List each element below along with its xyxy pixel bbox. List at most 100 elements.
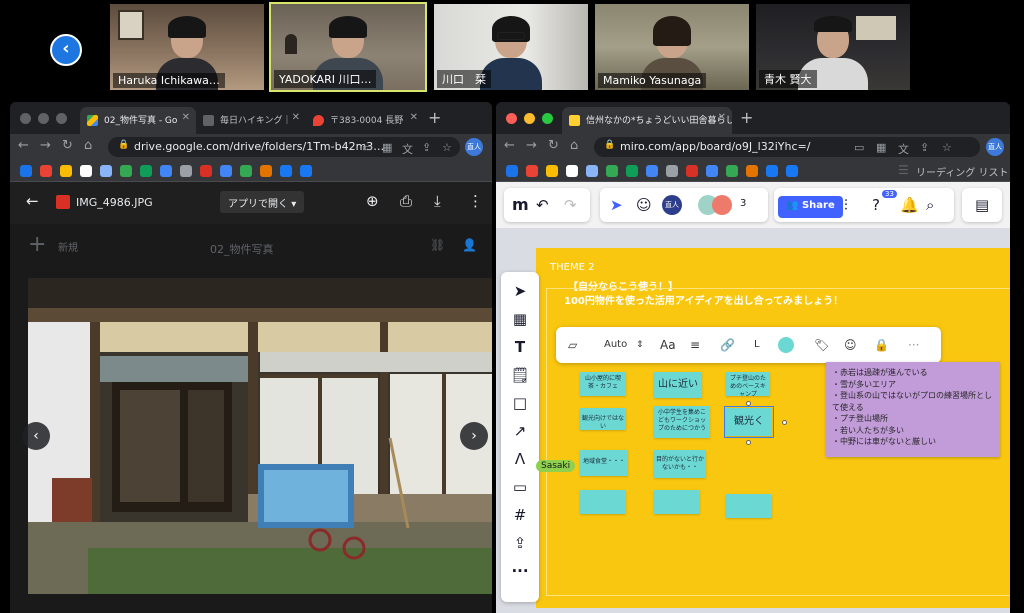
forward-icon[interactable]: → bbox=[526, 138, 537, 154]
selection-handle[interactable] bbox=[746, 401, 751, 406]
sticky-note[interactable]: 地域食堂・・・ bbox=[580, 450, 628, 476]
address-bar[interactable]: 🔒 drive.google.com/drive/folders/1Tm-b42… bbox=[108, 137, 460, 157]
stepper-icon[interactable]: ⇕ bbox=[636, 336, 644, 354]
cast-icon[interactable]: ▭ bbox=[854, 141, 864, 154]
sticky-note[interactable]: 山に近い bbox=[654, 372, 702, 398]
search-icon[interactable]: ⌕ bbox=[926, 196, 934, 214]
qr-icon[interactable]: ▦ bbox=[876, 141, 886, 154]
color-swatch[interactable] bbox=[778, 337, 794, 353]
text-style-label[interactable]: Aa bbox=[660, 336, 676, 354]
comment-tool-icon[interactable]: ▭ bbox=[501, 478, 539, 496]
new-tab-icon[interactable]: + bbox=[428, 108, 441, 127]
more-options-icon[interactable]: ⋮ bbox=[468, 192, 483, 210]
bookmark-gmail-icon[interactable] bbox=[60, 165, 72, 177]
miro-board-canvas[interactable]: m ↶ ↷ ➤ ☺ 直人 3 👥 Share ⫶ ? 33 🔔 ⌕ ▤ THEM… bbox=[496, 182, 1010, 613]
upload-icon[interactable]: ⇪ bbox=[501, 534, 539, 552]
help-icon[interactable]: ? bbox=[872, 196, 880, 214]
tab-miro[interactable]: 信州なかの*ちょうどいい田舎暮らし ✕ bbox=[562, 107, 732, 134]
share-page-icon[interactable]: ⇪ bbox=[920, 141, 929, 154]
bookmark-slides-icon[interactable] bbox=[746, 165, 758, 177]
bookmark-cloud-icon[interactable] bbox=[100, 165, 112, 177]
close-preview-icon[interactable]: ← bbox=[26, 192, 39, 210]
open-with-button[interactable]: アプリで開く ▾ bbox=[220, 191, 305, 213]
bookmark-facebook-2-icon[interactable] bbox=[300, 165, 312, 177]
bookmark-meet-icon[interactable] bbox=[240, 165, 252, 177]
align-center-icon[interactable]: ≡ bbox=[690, 336, 700, 354]
share-person-icon[interactable]: 👤 bbox=[462, 238, 477, 252]
add-to-drive-icon[interactable]: ⊕ bbox=[366, 192, 379, 210]
bookmark-drive-icon[interactable] bbox=[220, 165, 232, 177]
reading-list-label[interactable]: リーディング リスト bbox=[916, 164, 1008, 179]
bookmark-gmail-icon[interactable] bbox=[546, 165, 558, 177]
video-tile[interactable]: 川口 栞 bbox=[432, 2, 590, 92]
redo-icon[interactable]: ↷ bbox=[564, 196, 577, 214]
bookmark-calendar-icon[interactable] bbox=[200, 165, 212, 177]
home-icon[interactable]: ⌂ bbox=[570, 138, 578, 154]
bookmark-slides-icon[interactable] bbox=[260, 165, 272, 177]
address-bar[interactable]: 🔒 miro.com/app/board/o9J_l32iYhc=/ ▭ ▦ 文… bbox=[594, 137, 980, 157]
close-window-button[interactable] bbox=[506, 113, 517, 124]
previous-image-button[interactable]: ‹ bbox=[22, 422, 50, 450]
select-cursor-icon[interactable]: ➤ bbox=[610, 196, 623, 214]
bookmark-zoom-icon[interactable] bbox=[506, 165, 518, 177]
lock-object-icon[interactable]: 🔒 bbox=[874, 336, 889, 354]
bookmark-maps-icon[interactable] bbox=[120, 165, 132, 177]
sticky-note[interactable]: 小中学生を集めこどもワークショップのためにつかう bbox=[654, 406, 710, 438]
sticky-note[interactable] bbox=[726, 494, 772, 518]
reactions-icon[interactable]: ☺ bbox=[636, 196, 652, 214]
miro-logo-icon[interactable]: m bbox=[512, 196, 529, 214]
share-page-icon[interactable]: ⇪ bbox=[422, 141, 431, 154]
settings-sliders-icon[interactable]: ⫶ bbox=[844, 196, 848, 214]
bookmark-youtube-icon[interactable] bbox=[40, 165, 52, 177]
maximize-window-button[interactable] bbox=[56, 113, 67, 124]
frame-tool-icon[interactable]: # bbox=[501, 506, 539, 524]
close-tab-icon[interactable]: ✕ bbox=[410, 112, 418, 123]
bookmark-meet-icon[interactable] bbox=[726, 165, 738, 177]
shape-tool-icon[interactable]: □ bbox=[501, 394, 539, 412]
collaborator-avatar[interactable] bbox=[712, 195, 732, 215]
print-icon[interactable]: ⎙ bbox=[400, 192, 412, 210]
new-tab-icon[interactable]: + bbox=[740, 108, 753, 127]
bookmark-cloud-icon[interactable] bbox=[586, 165, 598, 177]
next-image-button[interactable]: › bbox=[460, 422, 488, 450]
minimize-window-button[interactable] bbox=[524, 113, 535, 124]
share-button[interactable]: 👥 Share bbox=[778, 196, 843, 218]
tag-icon[interactable]: 🏷 bbox=[814, 336, 829, 354]
tab-hiking[interactable]: 毎日ハイキング｜ ✕ bbox=[196, 107, 306, 134]
collapse-strip-button[interactable]: ‹ bbox=[50, 34, 82, 66]
profile-avatar[interactable]: 直人 bbox=[986, 138, 1004, 156]
bookmark-google-icon[interactable] bbox=[80, 165, 92, 177]
undo-icon[interactable]: ↶ bbox=[536, 196, 549, 214]
sticky-note[interactable]: プチ登山のためのベースキャンプ bbox=[726, 372, 770, 396]
close-tab-icon[interactable]: ✕ bbox=[182, 112, 190, 123]
purple-note[interactable]: ・赤岩は過疎が進んでいる ・雪が多いエリア ・登山系の山ではないがプロの練習場所… bbox=[826, 362, 1000, 457]
bookmark-docs-icon[interactable] bbox=[646, 165, 658, 177]
connection-line-icon[interactable]: ↗ bbox=[501, 422, 539, 440]
bookmark-folder-icon[interactable] bbox=[666, 165, 678, 177]
bookmark-facebook-icon[interactable] bbox=[766, 165, 778, 177]
video-tile[interactable]: Mamiko Yasunaga bbox=[593, 2, 751, 92]
bookmark-google-icon[interactable] bbox=[566, 165, 578, 177]
reload-icon[interactable]: ↻ bbox=[62, 138, 73, 154]
translate-icon[interactable]: 文 bbox=[898, 141, 909, 157]
link-icon[interactable]: 🔗 bbox=[720, 336, 735, 354]
reload-icon[interactable]: ↻ bbox=[548, 138, 559, 154]
profile-avatar[interactable]: 直人 bbox=[465, 138, 483, 156]
video-tile[interactable]: Haruka Ichikawa… bbox=[108, 2, 266, 92]
reading-list-icon[interactable]: ☰ bbox=[898, 163, 909, 177]
back-icon[interactable]: ← bbox=[18, 138, 29, 154]
bookmark-maps-icon[interactable] bbox=[606, 165, 618, 177]
link-icon[interactable]: ⛓ bbox=[430, 238, 445, 252]
more-actions-icon[interactable]: ··· bbox=[908, 336, 919, 354]
tab-maps[interactable]: 〒383-0004 長野 ✕ bbox=[306, 107, 424, 134]
sticky-note-selected[interactable]: 観光く bbox=[724, 406, 774, 438]
bookmark-sheets-icon[interactable] bbox=[140, 165, 152, 177]
close-tab-icon[interactable]: ✕ bbox=[718, 112, 726, 123]
bookmark-youtube-icon[interactable] bbox=[526, 165, 538, 177]
sticky-note[interactable]: 山小屋的に喫茶・カフェ bbox=[580, 372, 626, 396]
bookmark-facebook-2-icon[interactable] bbox=[786, 165, 798, 177]
bookmark-drive-icon[interactable] bbox=[706, 165, 718, 177]
pen-tool-icon[interactable]: Λ bbox=[501, 450, 539, 468]
close-tab-icon[interactable]: ✕ bbox=[292, 112, 300, 123]
selection-handle[interactable] bbox=[782, 420, 787, 425]
